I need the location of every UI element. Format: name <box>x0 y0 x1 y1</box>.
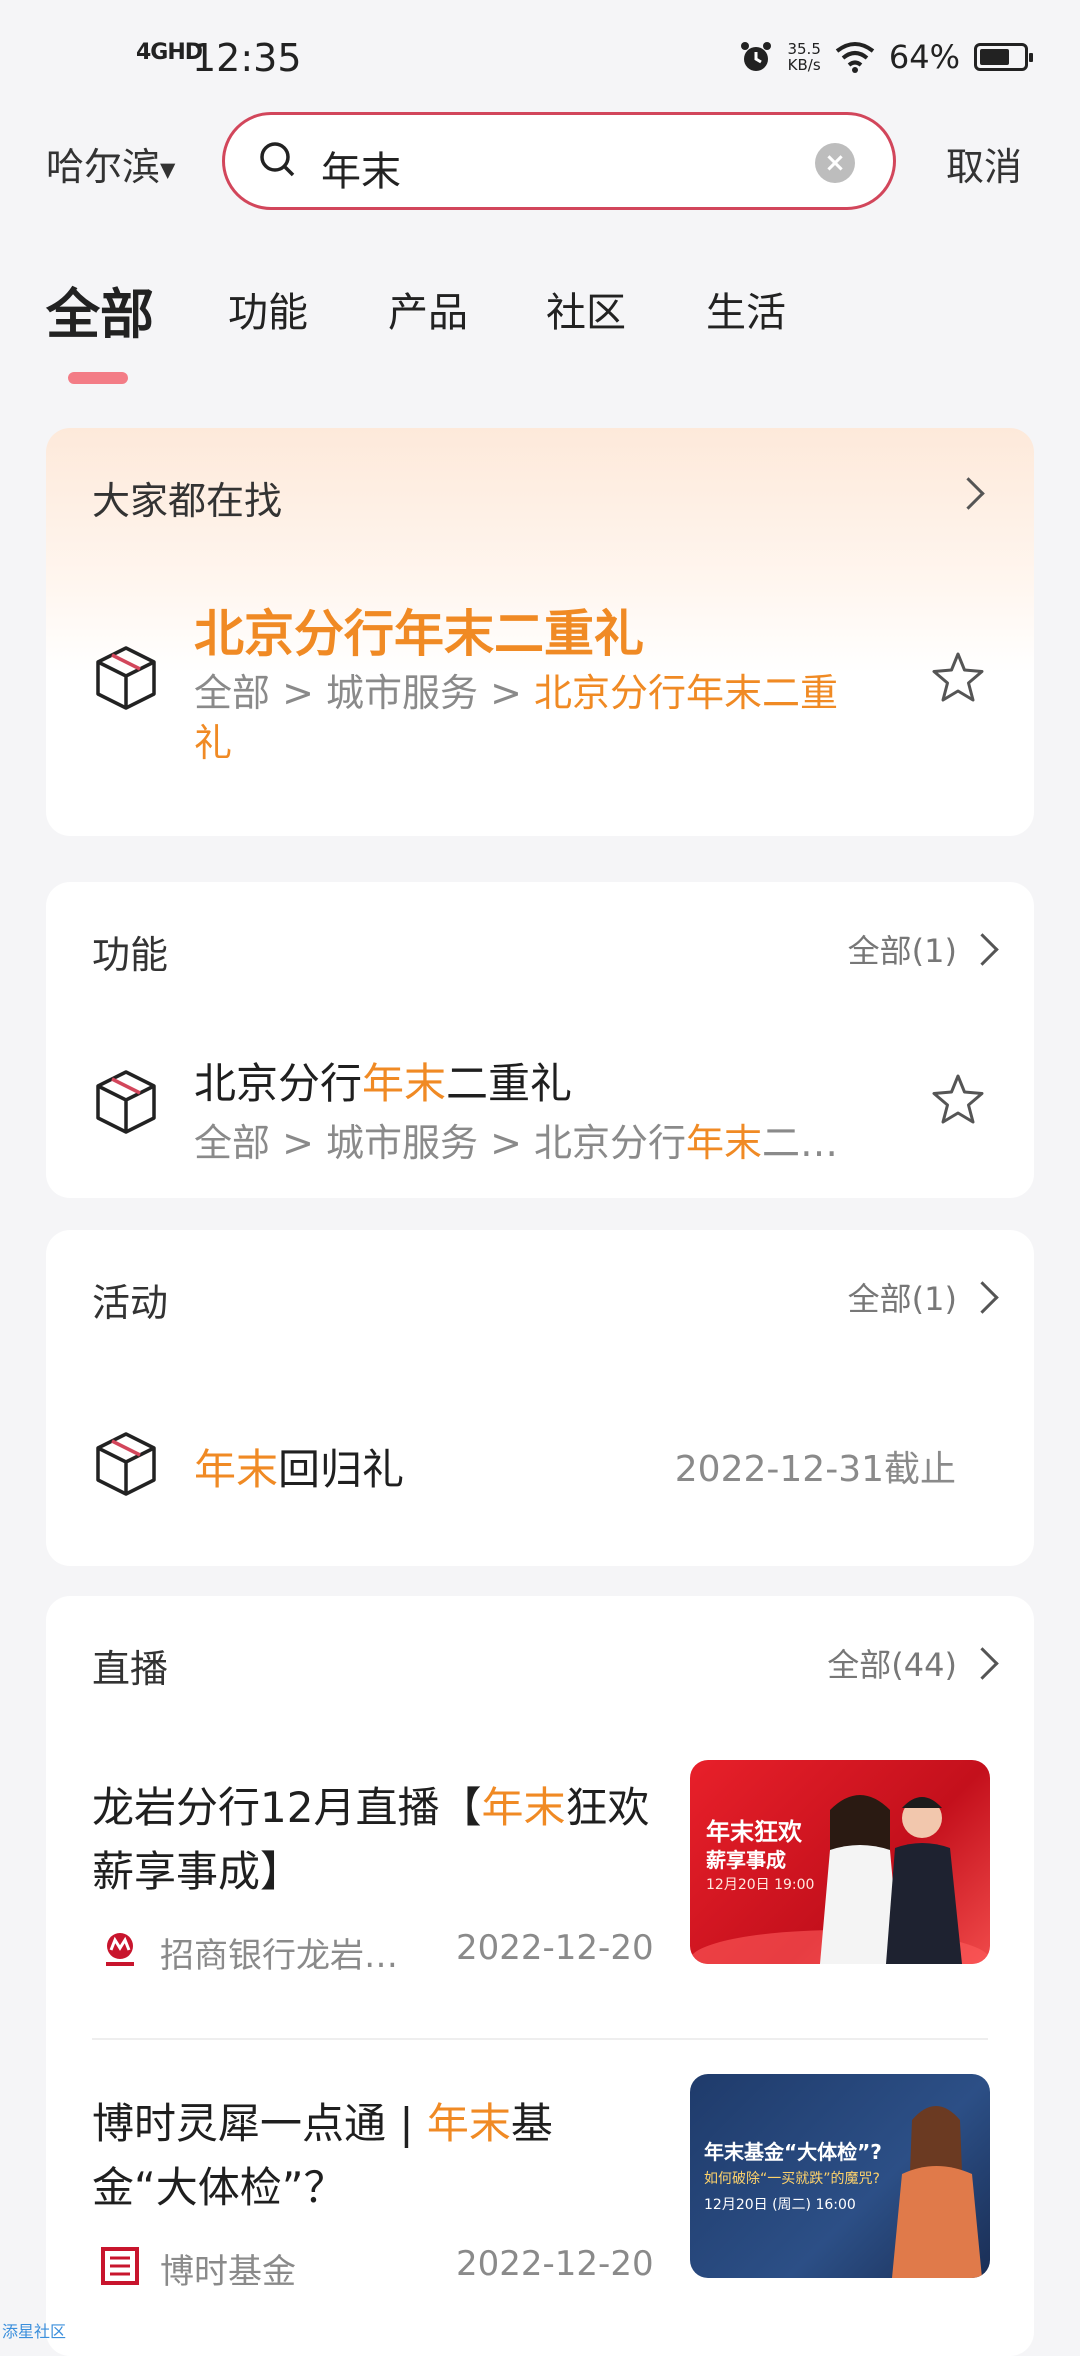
live-item-date: 2022-12-20 <box>456 1928 654 1968</box>
search-icon <box>260 142 295 177</box>
trending-title: 大家都在找 <box>92 479 283 523</box>
trending-item-path: 全部 > 城市服务 > 北京分行年末二重礼 <box>194 668 934 768</box>
clear-icon[interactable]: × <box>815 143 855 183</box>
live-item-title: 博时灵犀一点通 | 年末基金“大体检”？ <box>92 2092 652 2220</box>
tab-life[interactable]: 生活 <box>706 280 786 338</box>
search-query: 年末 <box>321 149 401 195</box>
category-tabs: 全部 功能 产品 社区 生活 <box>0 270 1080 380</box>
chevron-right-icon <box>966 932 999 966</box>
features-item-path: 全部 > 城市服务 > 北京分行年末二… <box>194 1112 838 1167</box>
title-highlight: 年末 <box>194 1445 279 1494</box>
title-part: 博时灵犀一点通 | <box>92 2099 427 2148</box>
status-bar: 4GHD 12:35 35.5 KB/s 64% <box>0 0 1080 110</box>
live-more-link[interactable]: 全部(44) <box>827 1640 999 1686</box>
activities-more-label: 全部(1) <box>847 1280 957 1318</box>
title-highlight: 年末 <box>362 1059 447 1108</box>
activities-title: 活动 <box>92 1281 169 1325</box>
cube-icon <box>96 646 156 710</box>
thumb-line-3: 12月20日 (周二) 16:00 <box>704 2197 856 2213</box>
features-card: 功能 全部(1) 北京分行年末二重礼 全部 > 城市服务 > 北京分行年末二… <box>46 882 1034 1198</box>
activities-item-deadline: 2022-12-31截止 <box>674 1449 956 1490</box>
tab-all[interactable]: 全部 <box>46 270 154 349</box>
wifi-icon <box>835 42 875 73</box>
title-part: 回归礼 <box>278 1445 405 1494</box>
live-card: 直播 全部(44) 龙岩分行12月直播【年末狂欢 薪享事成】 招商银行龙岩… 2… <box>46 1596 1034 2356</box>
chevron-right-icon <box>966 1280 999 1314</box>
live-more-label: 全部(44) <box>827 1646 957 1684</box>
battery-percent: 64% <box>888 38 960 76</box>
features-more-label: 全部(1) <box>847 932 957 970</box>
bosera-logo-icon <box>101 2247 139 2285</box>
path-highlight: 北京分行年末二重 <box>534 671 839 715</box>
path-highlight-wrap: 礼 <box>194 721 233 765</box>
thumb-line-3: 12月20日 19:00 <box>706 1877 815 1893</box>
activities-item-title: 年末回归礼 <box>194 1436 404 1497</box>
battery-icon <box>974 43 1033 71</box>
star-icon[interactable] <box>930 1072 986 1128</box>
cube-icon <box>96 1432 156 1496</box>
chevron-right-icon[interactable] <box>952 477 985 510</box>
cmb-logo-icon <box>106 1933 134 1966</box>
live-item-source: 招商银行龙岩… <box>160 1936 398 1976</box>
city-label: 哈尔滨 <box>46 145 161 189</box>
thumb-line-1: 年末狂欢 <box>706 1818 802 1846</box>
features-more-link[interactable]: 全部(1) <box>847 926 999 972</box>
tab-indicator <box>68 372 128 384</box>
network-speed: 35.5 KB/s <box>787 40 821 74</box>
path-prefix: 全部 > 城市服务 > <box>194 671 534 715</box>
trending-item-title: 北京分行年末二重礼 <box>194 605 644 663</box>
title-part: 二重礼 <box>446 1059 573 1108</box>
divider <box>92 2038 988 2040</box>
thumb-line-1: 年末基金“大体检”? <box>704 2140 882 2164</box>
tab-products[interactable]: 产品 <box>388 280 468 338</box>
live-item-source: 博时基金 <box>160 2252 296 2292</box>
cube-icon <box>96 1070 156 1134</box>
chevron-right-icon <box>966 1646 999 1680</box>
live-item-date: 2022-12-20 <box>456 2244 654 2284</box>
cancel-button[interactable]: 取消 <box>946 136 1022 191</box>
path-part: 二… <box>762 1121 839 1165</box>
star-icon[interactable] <box>930 650 986 706</box>
footer-tag: 添星社区 <box>2 2322 67 2341</box>
city-selector[interactable]: 哈尔滨▼ <box>46 136 175 191</box>
features-title: 功能 <box>92 933 169 977</box>
live-thumbnail[interactable]: 年末基金“大体检”? 如何破除“一买就跌”的魔咒? 12月20日 (周二) 16… <box>690 2074 990 2278</box>
tab-functions[interactable]: 功能 <box>228 280 308 338</box>
tab-community[interactable]: 社区 <box>546 280 626 338</box>
search-input[interactable]: 年末 × <box>222 112 896 210</box>
status-time: 12:35 <box>192 36 302 80</box>
path-part: 全部 > 城市服务 > 北京分行 <box>194 1121 686 1165</box>
title-part: 龙岩分行12月直播【 <box>92 1783 482 1832</box>
alarm-icon <box>741 42 772 71</box>
trending-card: 大家都在找 北京分行年末二重礼 全部 > 城市服务 > 北京分行年末二重礼 <box>46 428 1034 836</box>
live-thumbnail[interactable]: 年末狂欢 薪享事成 12月20日 19:00 <box>690 1760 990 1964</box>
path-highlight: 年末 <box>686 1121 763 1165</box>
caret-down-icon: ▼ <box>160 157 176 182</box>
activities-more-link[interactable]: 全部(1) <box>847 1274 999 1320</box>
thumb-line-2: 如何破除“一买就跌”的魔咒? <box>704 2171 880 2187</box>
title-part: 北京分行 <box>194 1059 363 1108</box>
features-item-title: 北京分行年末二重礼 <box>194 1050 572 1111</box>
activities-card: 活动 全部(1) 年末回归礼 2022-12-31截止 <box>46 1230 1034 1566</box>
live-item-title: 龙岩分行12月直播【年末狂欢 薪享事成】 <box>92 1776 652 1904</box>
thumb-line-2: 薪享事成 <box>706 1848 786 1872</box>
title-highlight: 年末 <box>426 2099 511 2148</box>
title-highlight: 年末 <box>481 1783 566 1832</box>
live-title: 直播 <box>92 1647 169 1691</box>
